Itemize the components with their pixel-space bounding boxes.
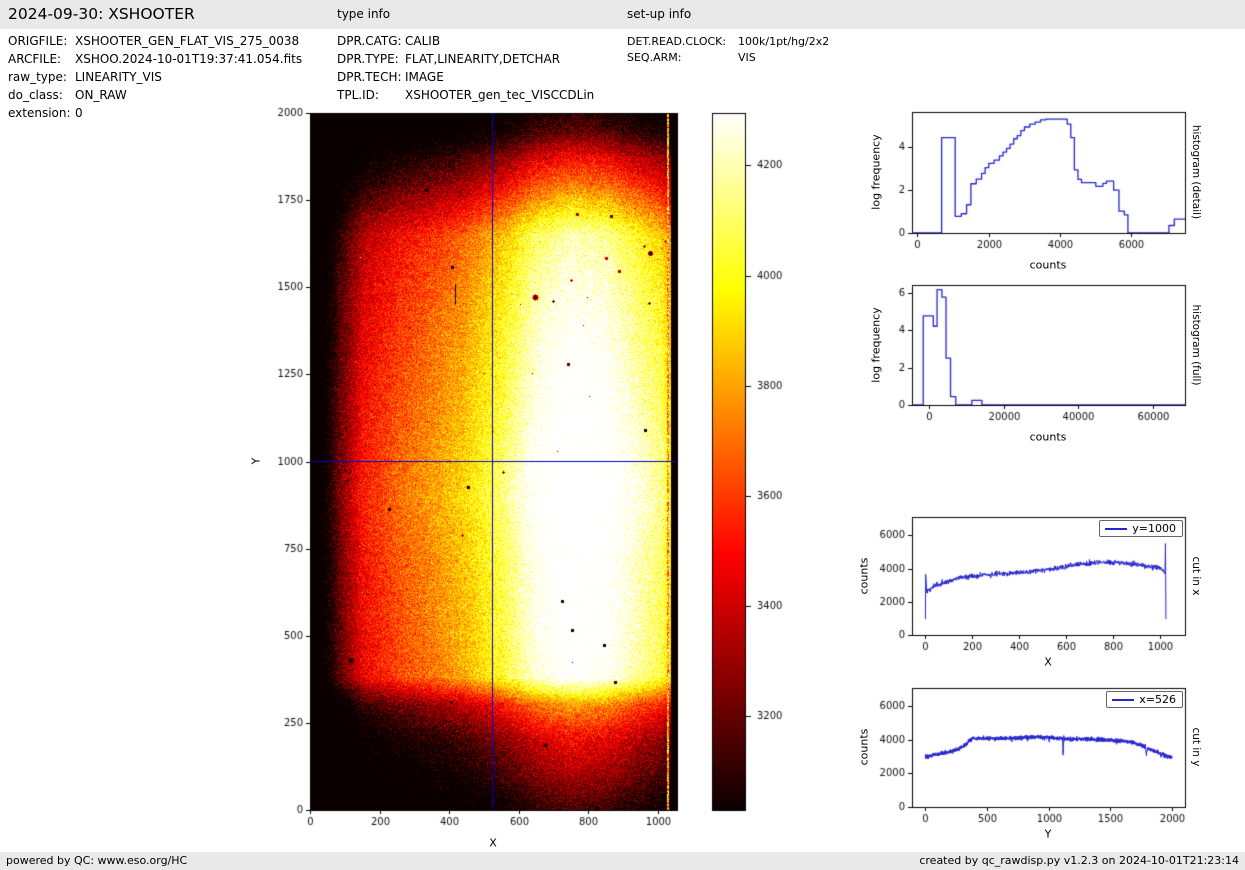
hist-detail-y-label: log frequency	[870, 134, 883, 209]
field-label: do_class:	[8, 88, 63, 102]
legend-line-swatch	[1105, 528, 1127, 530]
field-value: 100k/1pt/hg/2x2	[738, 35, 829, 48]
cut-x-y-label: counts	[858, 558, 871, 595]
main-x-axis-label: X	[489, 837, 497, 850]
main-y-axis-label: Y	[250, 458, 263, 465]
field-label: raw_type:	[8, 70, 67, 84]
field-value: FLAT,LINEARITY,DETCHAR	[405, 52, 560, 66]
colorbar	[700, 100, 810, 845]
hist-full-x-label: counts	[1030, 431, 1067, 444]
cut-in-x-plot	[860, 505, 1245, 670]
field-label: DPR.TECH:	[337, 70, 402, 84]
field-label: extension:	[8, 106, 71, 120]
setup-info-row: DET.READ.CLOCK:100k/1pt/hg/2x2	[627, 35, 726, 48]
qc-report-page: 2024-09-30: XSHOOTER type info set-up in…	[0, 0, 1245, 870]
field-value: LINEARITY_VIS	[75, 70, 162, 84]
footer-bar: powered by QC: www.eso.org/HC created by…	[0, 852, 1245, 870]
file-info-row: raw_type:LINEARITY_VIS	[8, 70, 67, 84]
legend-line-swatch	[1112, 699, 1134, 701]
legend-label: x=526	[1139, 693, 1176, 706]
hist-detail-x-label: counts	[1030, 259, 1067, 272]
field-value: CALIB	[405, 34, 440, 48]
field-value: 0	[75, 106, 83, 120]
cut-x-legend: y=1000	[1099, 520, 1183, 537]
field-label: DET.READ.CLOCK:	[627, 35, 726, 48]
field-value: VIS	[738, 51, 756, 64]
histogram-detail-plot	[860, 100, 1245, 265]
top-bar: 2024-09-30: XSHOOTER type info set-up in…	[0, 0, 1245, 29]
cut-x-x-label: X	[1044, 656, 1052, 669]
ccd-image-plot	[260, 100, 690, 845]
field-label: DPR.TYPE:	[337, 52, 399, 66]
legend-label: y=1000	[1132, 522, 1176, 535]
type-info-heading: type info	[337, 0, 390, 29]
field-value: IMAGE	[405, 70, 444, 84]
file-info-row: ORIGFILE:XSHOOTER_GEN_FLAT_VIS_275_0038	[8, 34, 67, 48]
histogram-full-plot	[860, 273, 1245, 438]
field-label: ARCFILE:	[8, 52, 61, 66]
field-label: SEQ.ARM:	[627, 51, 681, 64]
footer-created-by: created by qc_rawdisp.py v1.2.3 on 2024-…	[919, 852, 1239, 870]
field-value: XSHOOTER_GEN_FLAT_VIS_275_0038	[75, 34, 299, 48]
file-info-row: do_class:ON_RAW	[8, 88, 63, 102]
type-info-row: DPR.CATG:CALIB	[337, 34, 402, 48]
hist-full-side-label: histogram (full)	[1190, 305, 1202, 386]
field-value: ON_RAW	[75, 88, 127, 102]
type-info-row: DPR.TECH:IMAGE	[337, 70, 402, 84]
cut-y-side-label: cut in y	[1190, 727, 1202, 766]
cut-y-x-label: Y	[1045, 828, 1052, 841]
type-info-row: DPR.TYPE:FLAT,LINEARITY,DETCHAR	[337, 52, 399, 66]
cut-x-side-label: cut in x	[1190, 556, 1202, 595]
footer-credit-qc: powered by QC: www.eso.org/HC	[6, 852, 187, 870]
file-info-row: ARCFILE:XSHOO.2024-10-01T19:37:41.054.fi…	[8, 52, 61, 66]
field-label: DPR.CATG:	[337, 34, 402, 48]
cut-y-legend: x=526	[1106, 691, 1183, 708]
cut-y-y-label: counts	[858, 729, 871, 766]
setup-info-row: SEQ.ARM:VIS	[627, 51, 681, 64]
hist-full-y-label: log frequency	[870, 307, 883, 382]
hist-detail-side-label: histogram (detail)	[1190, 125, 1202, 219]
page-title: 2024-09-30: XSHOOTER	[8, 0, 195, 29]
file-info-row: extension:0	[8, 106, 71, 120]
setup-info-heading: set-up info	[627, 0, 691, 29]
field-value: XSHOO.2024-10-01T19:37:41.054.fits	[75, 52, 302, 66]
field-label: ORIGFILE:	[8, 34, 67, 48]
cut-in-y-plot	[860, 676, 1245, 841]
